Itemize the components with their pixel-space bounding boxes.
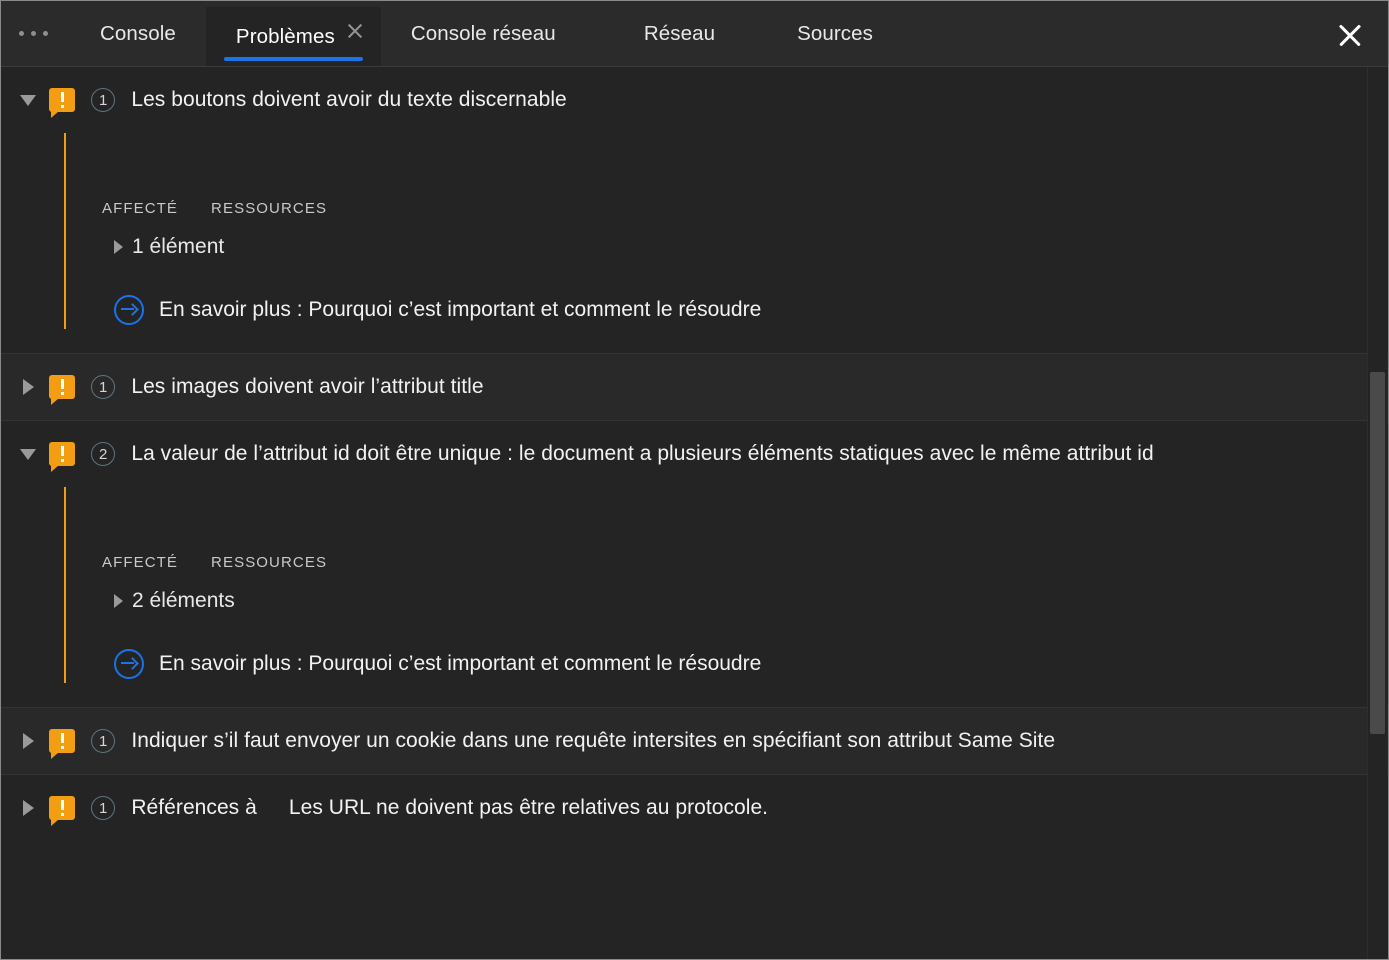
tab-sources[interactable]: Sources [767,1,903,66]
issue-item: 1 Références à Les URL ne doivent pas êtr… [1,775,1388,841]
issue-item: 1 Les images doivent avoir l’attribut ti… [1,353,1388,421]
tab-label: Problèmes [235,24,335,48]
warning-icon [49,442,75,472]
subnav-affected[interactable]: AFFECTÉ [102,200,178,217]
subnav-resources[interactable]: RESSOURCES [211,200,327,217]
learn-more-link[interactable]: En savoir plus : Pourquoi c’est importan… [65,649,1388,679]
affected-elements-label: 1 élément [132,235,225,258]
tab-bar: Console Problèmes Console réseau Réseau … [1,1,1388,67]
close-drawer-icon[interactable] [1336,21,1364,49]
learn-more-link[interactable]: En savoir plus : Pourquoi c’est importan… [65,295,1388,325]
issue-header[interactable]: 1 Les boutons doivent avoir du texte dis… [1,67,1388,133]
dot-icon [19,31,24,36]
learn-more-label: En savoir plus : Pourquoi c’est importan… [159,652,762,675]
tab-label: Console [100,21,176,45]
arrow-right-circle-icon [114,295,144,325]
vertical-scrollbar[interactable] [1367,67,1387,959]
dot-icon [31,31,36,36]
issue-count-badge: 1 [91,88,116,112]
issue-count-badge: 1 [91,375,116,399]
devtools-drawer: Console Problèmes Console réseau Réseau … [0,0,1389,960]
issue-item: 1 Indiquer s’il faut envoyer un cookie d… [1,707,1388,775]
tab-active-indicator [223,57,363,61]
arrow-right-circle-icon [114,649,144,679]
issue-title: Les images doivent avoir l’attribut titl… [131,375,484,398]
issues-list: 1 Les boutons doivent avoir du texte dis… [1,67,1388,959]
tab-console[interactable]: Console [70,1,206,66]
issue-count-badge: 1 [91,729,116,753]
issue-title-main: Les URL ne doivent pas être relatives au… [288,796,769,819]
issue-header[interactable]: 1 Références à Les URL ne doivent pas êtr… [1,775,1388,841]
scrollbar-thumb[interactable] [1370,372,1385,734]
close-icon[interactable] [345,21,365,41]
tab-problemes[interactable]: Problèmes [205,7,381,66]
issue-item: 1 Les boutons doivent avoir du texte dis… [1,67,1388,353]
tab-list: Console Problèmes Console réseau Réseau … [70,1,903,66]
issue-title-prefix: Références à [131,796,257,819]
chevron-down-icon[interactable] [15,94,41,106]
warning-icon [49,375,75,405]
warning-icon [49,796,75,826]
issue-details: AFFECTÉ RESSOURCES 1 élément En savoir p… [1,133,1388,353]
issue-subnav: AFFECTÉ RESSOURCES [65,487,1388,571]
issue-header[interactable]: 2 La valeur de l’attribut id doit être u… [1,421,1388,487]
chevron-right-icon[interactable] [114,240,123,254]
chevron-right-icon[interactable] [114,594,123,608]
warning-icon [49,88,75,118]
issue-header[interactable]: 1 Les images doivent avoir l’attribut ti… [1,354,1388,420]
affected-elements-row[interactable]: 2 éléments [65,589,1388,613]
issue-count-badge: 2 [91,442,116,466]
issue-title: Références à Les URL ne doivent pas être … [131,796,768,820]
chevron-right-icon[interactable] [15,733,41,749]
issue-header[interactable]: 1 Indiquer s’il faut envoyer un cookie d… [1,708,1388,774]
subnav-resources[interactable]: RESSOURCES [211,554,327,571]
affected-elements-label: 2 éléments [132,589,235,612]
tab-label: Sources [797,21,873,45]
tab-label: Console réseau [410,21,556,45]
tab-console-reseau[interactable]: Console réseau [381,1,586,66]
issue-title: Indiquer s’il faut envoyer un cookie dan… [131,729,1056,752]
chevron-down-icon[interactable] [15,448,41,460]
warning-icon [49,729,75,759]
chevron-right-icon[interactable] [15,800,41,816]
issue-details: AFFECTÉ RESSOURCES 2 éléments En savoir … [1,487,1388,707]
issue-count-badge: 1 [91,796,116,820]
tab-reseau[interactable]: Réseau [614,1,745,66]
issue-title: Les boutons doivent avoir du texte disce… [131,88,567,111]
affected-elements-row[interactable]: 1 élément [65,235,1388,259]
learn-more-label: En savoir plus : Pourquoi c’est importan… [159,298,762,321]
dot-icon [43,31,48,36]
tab-label: Réseau [643,21,716,45]
issue-subnav: AFFECTÉ RESSOURCES [65,133,1388,217]
subnav-affected[interactable]: AFFECTÉ [102,554,178,571]
chevron-right-icon[interactable] [15,379,41,395]
issue-title: La valeur de l’attribut id doit être uni… [131,442,1154,465]
issue-item: 2 La valeur de l’attribut id doit être u… [1,421,1388,707]
more-tabs-button[interactable] [1,1,70,66]
